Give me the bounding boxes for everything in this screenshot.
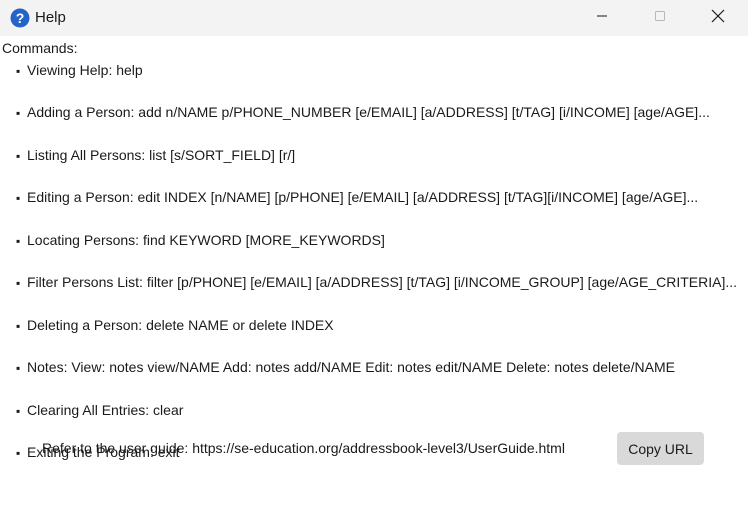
command-item-list: ▪ Listing All Persons: list [s/SORT_FIELD… xyxy=(16,147,295,163)
command-item-notes: ▪ Notes: View: notes view/NAME Add: notes… xyxy=(16,359,675,375)
command-item-delete: ▪ Deleting a Person: delete NAME or delet… xyxy=(16,317,334,333)
window-title: Help xyxy=(35,9,66,26)
command-item-edit: ▪ Editing a Person: edit INDEX [n/NAME] [… xyxy=(16,189,698,205)
command-item-add: ▪ Adding a Person: add n/NAME p/PHONE_NUM… xyxy=(16,104,710,120)
minimize-icon xyxy=(596,9,608,27)
command-text: Viewing Help: help xyxy=(27,62,143,78)
bullet-icon: ▪ xyxy=(16,106,21,120)
close-icon xyxy=(711,9,725,28)
copy-url-button[interactable]: Copy URL xyxy=(617,432,704,465)
bullet-icon: ▪ xyxy=(16,446,21,460)
command-text: Listing All Persons: list [s/SORT_FIELD]… xyxy=(27,147,296,163)
command-text: Adding a Person: add n/NAME p/PHONE_NUMB… xyxy=(27,104,710,120)
bullet-icon: ▪ xyxy=(16,319,21,333)
command-text: Notes: View: notes view/NAME Add: notes … xyxy=(27,359,675,375)
command-item-find: ▪ Locating Persons: find KEYWORD [MORE_KE… xyxy=(16,232,385,248)
bullet-icon: ▪ xyxy=(16,149,21,163)
command-text: Editing a Person: edit INDEX [n/NAME] [p… xyxy=(27,189,699,205)
command-item-filter: ▪ Filter Persons List: filter [p/PHONE] [… xyxy=(16,274,737,290)
command-text: Clearing All Entries: clear xyxy=(27,402,184,418)
bullet-icon: ▪ xyxy=(16,276,21,290)
maximize-button[interactable] xyxy=(637,0,683,36)
close-button[interactable] xyxy=(695,0,741,36)
help-question-icon: ? xyxy=(10,8,30,28)
commands-heading: Commands: xyxy=(2,40,78,56)
bullet-icon: ▪ xyxy=(16,361,21,375)
bullet-icon: ▪ xyxy=(16,191,21,205)
bullet-icon: ▪ xyxy=(16,64,21,78)
command-text: Locating Persons: find KEYWORD [MORE_KEY… xyxy=(27,232,385,248)
minimize-button[interactable] xyxy=(579,0,625,36)
svg-text:?: ? xyxy=(16,10,25,26)
bullet-icon: ▪ xyxy=(16,234,21,248)
command-item-help: ▪ Viewing Help: help xyxy=(16,62,143,78)
command-text: Filter Persons List: filter [p/PHONE] [e… xyxy=(27,274,738,290)
title-bar[interactable]: ? Help xyxy=(0,0,748,36)
user-guide-text[interactable]: Refer to the user guide: https://se-educ… xyxy=(42,440,565,456)
maximize-icon xyxy=(654,9,666,27)
command-item-clear: ▪ Clearing All Entries: clear xyxy=(16,402,183,418)
bullet-icon: ▪ xyxy=(16,404,21,418)
command-text: Deleting a Person: delete NAME or delete… xyxy=(27,317,334,333)
